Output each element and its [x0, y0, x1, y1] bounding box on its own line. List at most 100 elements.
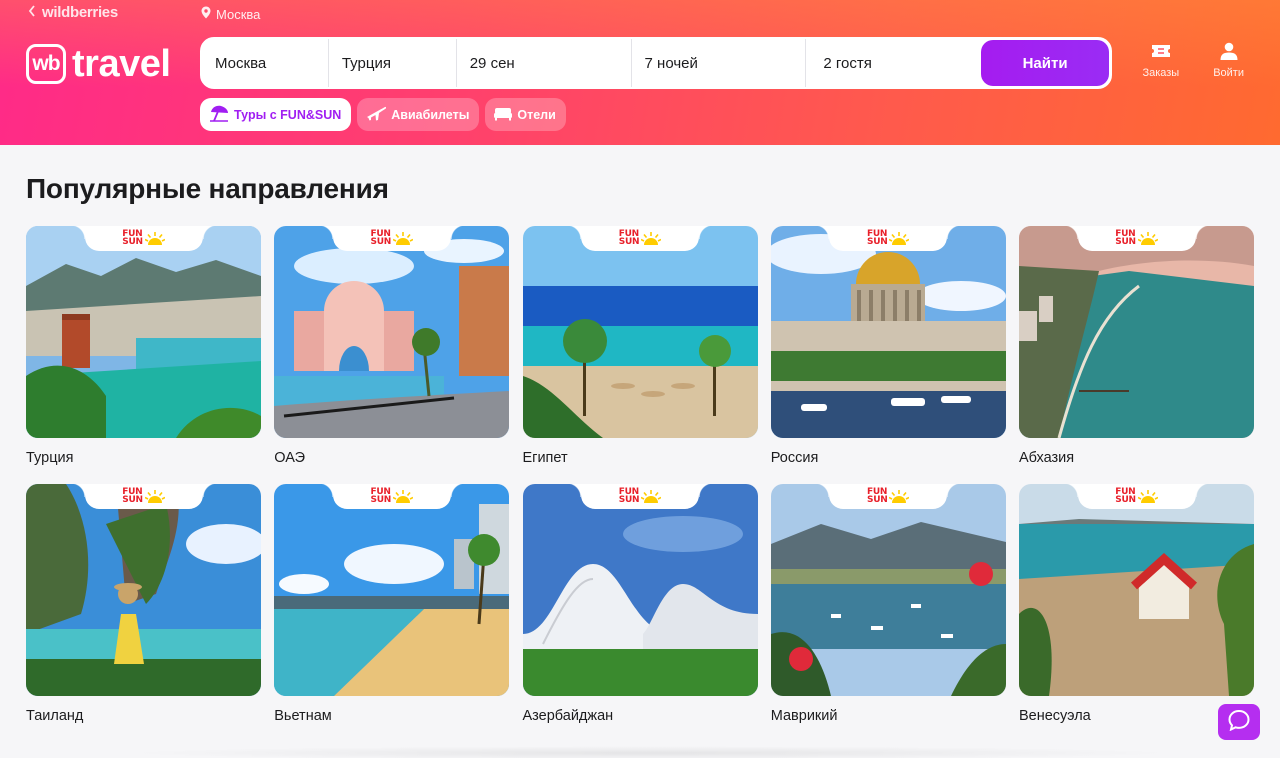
funsun-logo: FUN SUN	[618, 488, 662, 505]
back-to-wildberries-link[interactable]: wildberries	[28, 4, 118, 21]
destination-photo-illustration	[522, 484, 758, 696]
header-actions: Заказы Войти	[1142, 42, 1244, 79]
destination-card[interactable]: FUN SUN Абхазия	[1019, 226, 1254, 484]
destination-name: Турция	[26, 450, 74, 466]
funsun-logo: FUN SUN	[370, 488, 413, 505]
destination-card[interactable]: FUN SUN Азербайджан	[522, 484, 758, 742]
date-field[interactable]: 29 сен	[457, 39, 632, 87]
destination-name: Россия	[770, 450, 819, 466]
destination-card[interactable]: FUN SUN Вьетнам	[274, 484, 510, 742]
destination-card[interactable]: FUN SUN Турция	[26, 226, 261, 484]
funsun-badge: FUN SUN	[815, 484, 962, 509]
funsun-logo: FUN SUN	[1115, 230, 1158, 247]
travel-logo-text: travel	[72, 43, 171, 85]
funsun-badge: FUN SUN	[70, 484, 217, 509]
wildberries-link-label: wildberries	[42, 4, 118, 21]
nights-field[interactable]: 7 ночей	[632, 39, 807, 87]
destination-photo-illustration	[26, 484, 261, 696]
wb-travel-logo[interactable]: wb travel	[26, 43, 171, 85]
wb-logo-mark: wb	[26, 44, 66, 84]
funsun-logo: FUN SUN	[1115, 488, 1158, 505]
destination-card[interactable]: FUN SUN Таиланд	[26, 484, 261, 742]
destination-photo-illustration	[274, 226, 510, 438]
funsun-line2: SUN	[370, 495, 392, 505]
airplane-icon	[365, 104, 387, 125]
funsun-line2: SUN	[867, 495, 888, 505]
funsun-line2: SUN	[122, 237, 143, 247]
funsun-logo: FUN SUN	[370, 230, 413, 247]
destination-photo: FUN SUN	[26, 484, 261, 696]
orders-label: Заказы	[1142, 67, 1180, 79]
destination-photo: FUN SUN	[522, 484, 758, 696]
departure-city-field[interactable]: Москва	[202, 39, 329, 87]
destination-photo: FUN SUN	[770, 226, 1006, 438]
funsun-badge: FUN SUN	[567, 226, 713, 251]
chat-bubble-icon	[1227, 709, 1251, 736]
destination-name: Маврикий	[770, 708, 838, 724]
funsun-line2: SUN	[1115, 237, 1136, 247]
user-icon	[1219, 42, 1239, 63]
funsun-line2: SUN	[618, 237, 640, 247]
destination-photo: FUN SUN	[1019, 484, 1254, 696]
sun-icon	[392, 232, 413, 245]
product-tabs: Туры с FUN&SUN Авиабилеты Отели	[200, 98, 566, 131]
funsun-line2: SUN	[1115, 495, 1136, 505]
tab-tours[interactable]: Туры с FUN&SUN	[200, 98, 352, 131]
funsun-badge: FUN SUN	[567, 484, 713, 509]
destination-card[interactable]: FUN SUN Египет	[522, 226, 758, 484]
ticket-icon	[1150, 42, 1172, 63]
funsun-logo: FUN SUN	[618, 230, 662, 247]
tab-flights-label: Авиабилеты	[391, 107, 470, 122]
funsun-logo: FUN SUN	[867, 488, 910, 505]
sun-icon	[1137, 232, 1158, 245]
destination-photo-illustration	[1019, 484, 1254, 696]
funsun-logo: FUN SUN	[122, 230, 165, 247]
destination-name: Египет	[522, 450, 568, 466]
funsun-line2: SUN	[618, 495, 640, 505]
login-button[interactable]: Войти	[1213, 42, 1244, 79]
sun-icon	[1137, 490, 1158, 503]
guests-field[interactable]: 2 гостя	[806, 39, 981, 87]
funsun-badge: FUN SUN	[318, 226, 465, 251]
tab-hotels[interactable]: Отели	[485, 98, 566, 131]
destination-card[interactable]: FUN SUN Венесуэла	[1019, 484, 1254, 742]
sun-icon	[889, 490, 910, 503]
destination-photo-illustration	[26, 226, 261, 438]
search-bar: Москва Турция 29 сен 7 ночей 2 гостя Най…	[200, 37, 1112, 89]
login-label: Войти	[1213, 67, 1244, 79]
tab-tours-label: Туры с FUN&SUN	[234, 107, 342, 122]
funsun-line2: SUN	[867, 237, 888, 247]
destination-name: Вьетнам	[274, 708, 332, 724]
location-pin-icon	[201, 6, 211, 22]
funsun-line2: SUN	[122, 495, 143, 505]
destination-field[interactable]: Турция	[329, 39, 457, 87]
chat-button[interactable]	[1218, 704, 1260, 740]
destination-photo-illustration	[522, 226, 758, 438]
bed-icon	[493, 105, 513, 124]
sun-icon	[889, 232, 910, 245]
tab-flights[interactable]: Авиабилеты	[357, 98, 480, 131]
destination-card[interactable]: FUN SUN ОАЭ	[274, 226, 510, 484]
destination-photo: FUN SUN	[770, 484, 1006, 696]
funsun-badge: FUN SUN	[1063, 226, 1210, 251]
site-header: wildberries Москва wb travel Москва Турц…	[0, 0, 1280, 145]
orders-button[interactable]: Заказы	[1142, 42, 1179, 79]
geo-city: Москва	[216, 6, 261, 22]
beach-umbrella-icon	[208, 104, 230, 125]
sun-icon	[641, 232, 662, 245]
funsun-badge: FUN SUN	[1063, 484, 1210, 509]
geo-location[interactable]: Москва	[201, 6, 260, 22]
funsun-badge: FUN SUN	[318, 484, 465, 509]
destination-card[interactable]: FUN SUN Маврикий	[770, 484, 1006, 742]
destinations-grid: FUN SUN Турция FUN SUN ОАЭ FUN SUN Египе…	[26, 226, 1254, 742]
tab-hotels-label: Отели	[517, 107, 556, 122]
sun-icon	[641, 490, 662, 503]
destination-card[interactable]: FUN SUN Россия	[770, 226, 1006, 484]
funsun-badge: FUN SUN	[70, 226, 217, 251]
destination-photo-illustration	[770, 484, 1006, 696]
search-button[interactable]: Найти	[981, 40, 1109, 86]
funsun-line2: SUN	[370, 237, 392, 247]
destination-photo-illustration	[274, 484, 510, 696]
destination-photo-illustration	[1019, 226, 1254, 438]
destination-name: Азербайджан	[522, 708, 614, 724]
